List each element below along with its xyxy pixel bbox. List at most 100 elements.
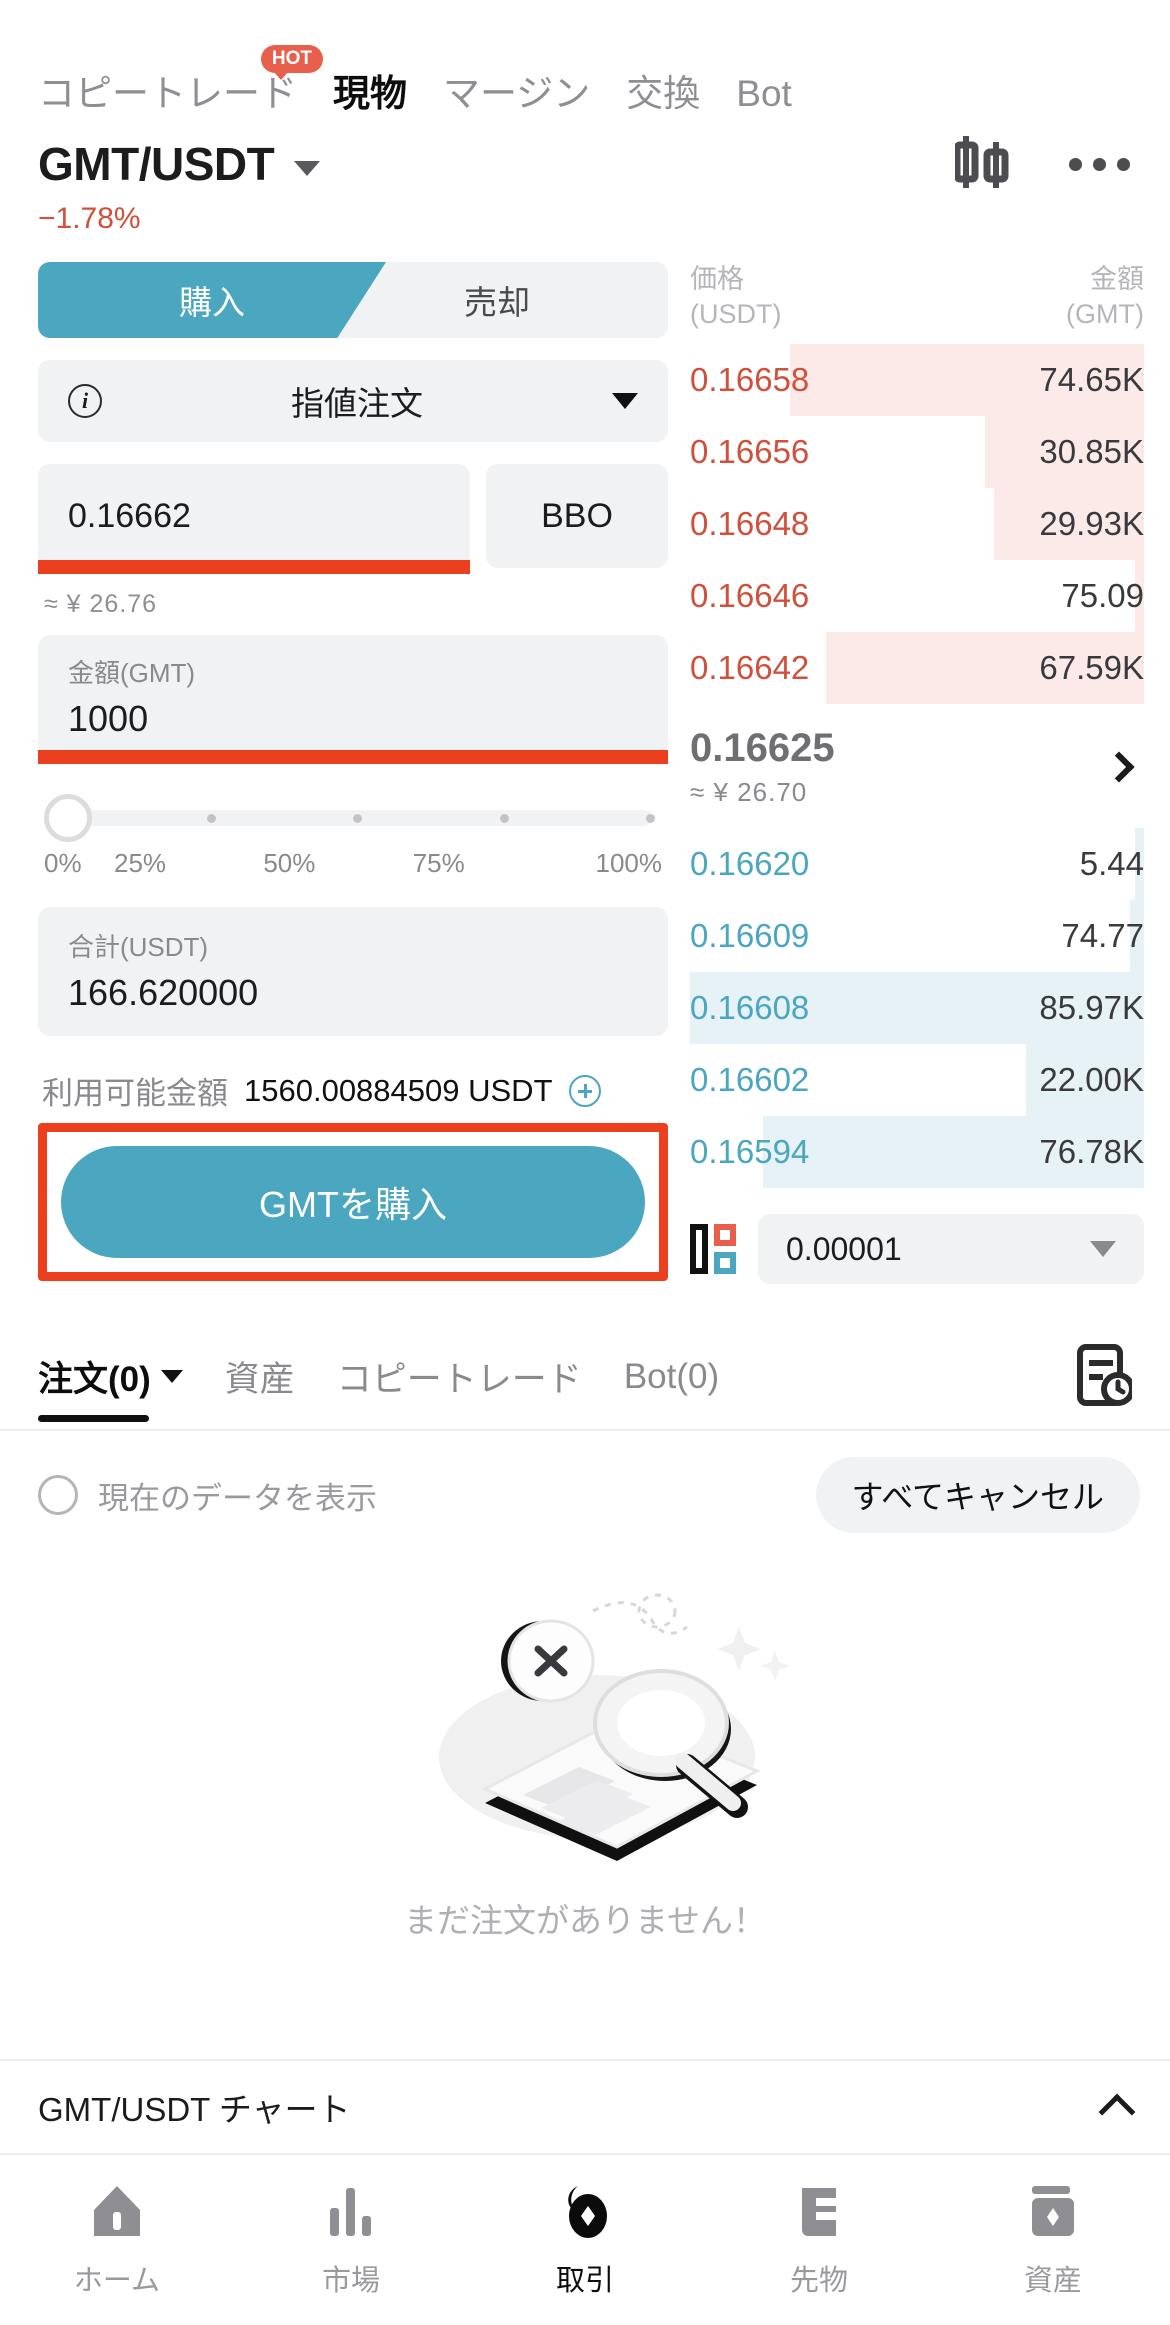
- slider-tick-dot: [206, 814, 216, 823]
- bottom-nav-item-trade[interactable]: 取引: [468, 2155, 702, 2325]
- chevron-down-icon[interactable]: [294, 160, 321, 176]
- slider-tick-dot: [646, 814, 656, 823]
- ask-price: 0.16642: [690, 649, 810, 687]
- slider-thumb[interactable]: [44, 794, 92, 842]
- order-book-bid-row[interactable]: 0.16620 5.44: [690, 828, 1144, 901]
- more-options-icon[interactable]: [1069, 157, 1130, 171]
- tab-assets[interactable]: 資産: [225, 1351, 295, 1422]
- chevron-up-icon[interactable]: [1098, 2093, 1136, 2131]
- percent-slider[interactable]: 0% 25% 50% 75% 100%: [38, 756, 668, 879]
- tab-label: 注文(0): [38, 1360, 151, 1400]
- annotation-box-buy-button: GMTを購入: [38, 1123, 668, 1281]
- total-value: 166.620000: [68, 972, 259, 1013]
- sell-tab-label: 売却: [464, 284, 530, 321]
- top-nav-item-bot[interactable]: Bot: [736, 75, 792, 112]
- top-nav-item-convert[interactable]: 交換: [626, 75, 700, 112]
- top-nav-item-spot[interactable]: 現物: [333, 75, 407, 112]
- buy-tab-label: 購入: [179, 284, 245, 321]
- order-book-bid-row[interactable]: 0.16602 22.00K: [690, 1044, 1144, 1117]
- empty-orders-illustration: [439, 1593, 790, 1862]
- market-bars-icon: [322, 2182, 380, 2245]
- top-nav-label: 現物: [333, 73, 407, 114]
- order-book-col-price-unit: (USDT): [690, 299, 782, 330]
- amount-value: 1000: [68, 698, 149, 739]
- show-current-data-radio[interactable]: [38, 1475, 78, 1516]
- bid-amount: 76.78K: [1039, 1133, 1144, 1171]
- ask-amount: 75.09: [1061, 577, 1144, 615]
- top-nav-label: Bot: [736, 73, 792, 114]
- layout-squares: [714, 1224, 736, 1275]
- ask-amount: 74.65K: [1039, 361, 1144, 399]
- chevron-down-icon[interactable]: [160, 1370, 183, 1384]
- bottom-nav-item-assets[interactable]: 資産: [936, 2155, 1170, 2325]
- show-current-data-label: 現在のデータを表示: [98, 1480, 377, 1516]
- futures-icon: [790, 2182, 848, 2245]
- order-book-bid-row[interactable]: 0.16608 85.97K: [690, 972, 1144, 1045]
- order-history-icon[interactable]: [1076, 1344, 1135, 1429]
- candlestick-chart-icon[interactable]: [953, 132, 1011, 197]
- cancel-all-button[interactable]: すべてキャンセル: [815, 1457, 1140, 1534]
- order-book-col-amount-unit: (GMT): [1066, 299, 1144, 330]
- order-book-col-amount: 金額: [1090, 264, 1144, 294]
- bbo-button[interactable]: BBO: [486, 464, 668, 568]
- order-book-ask-row[interactable]: 0.16646 75.09: [690, 560, 1144, 633]
- tick-size-value: 0.00001: [786, 1230, 902, 1267]
- available-balance: 利用可能金額 1560.00884509 USDT: [38, 1036, 668, 1113]
- total-input[interactable]: 合計(USDT) 166.620000: [38, 907, 668, 1036]
- top-nav-item-copytrade[interactable]: コピートレード HOT: [38, 45, 323, 112]
- top-nav-item-margin[interactable]: マージン: [443, 75, 590, 112]
- chevron-right-icon[interactable]: [1103, 751, 1135, 783]
- order-book-ask-row[interactable]: 0.16648 29.93K: [690, 488, 1144, 561]
- order-book-ask-row[interactable]: 0.16658 74.65K: [690, 344, 1144, 417]
- pair-header: GMT/USDT: [0, 112, 1170, 198]
- chevron-down-icon[interactable]: [1090, 1241, 1116, 1258]
- tab-copytrade[interactable]: コピートレード: [337, 1351, 582, 1422]
- bid-price: 0.16608: [690, 989, 810, 1027]
- hot-badge: HOT: [260, 45, 323, 80]
- bottom-nav-label: 市場: [321, 2264, 380, 2297]
- price-input[interactable]: 0.16662: [38, 464, 470, 574]
- home-icon: [88, 2182, 146, 2245]
- tab-orders[interactable]: 注文(0): [38, 1351, 183, 1423]
- page-title[interactable]: GMT/USDT: [38, 137, 275, 191]
- slider-tick-labels: 0% 25% 50% 75% 100%: [44, 848, 662, 879]
- bottom-nav-item-futures[interactable]: 先物: [702, 2155, 936, 2325]
- annotation-underline-amount: [38, 750, 668, 764]
- order-book-ask-row[interactable]: 0.16656 30.85K: [690, 416, 1144, 489]
- bottom-nav-item-market[interactable]: 市場: [234, 2155, 468, 2325]
- top-nav-label: マージン: [443, 73, 591, 114]
- bottom-nav-label: 取引: [555, 2264, 614, 2297]
- order-form: 売却 購入 i 指値注文 0.16662 BBO ≈ ¥ 26.76 金額(GM…: [0, 262, 690, 1284]
- mid-price-approx: ≈ ¥ 26.70: [690, 777, 808, 808]
- add-funds-icon[interactable]: [568, 1074, 601, 1107]
- tab-bot[interactable]: Bot(0): [624, 1357, 719, 1417]
- chart-bar[interactable]: GMT/USDT チャート: [0, 2059, 1170, 2153]
- order-book-layout-icon[interactable]: [690, 1224, 736, 1275]
- bid-price: 0.16620: [690, 845, 810, 883]
- bid-price: 0.16594: [690, 1133, 810, 1171]
- trading-screen: コピートレード HOT 現物 マージン 交換 Bot GMT/USDT −1.7…: [0, 0, 1170, 2325]
- ask-price: 0.16656: [690, 433, 810, 471]
- chevron-down-icon[interactable]: [612, 393, 638, 409]
- order-book-bid-row[interactable]: 0.16609 74.77: [690, 900, 1144, 973]
- price-value: 0.16662: [68, 496, 191, 535]
- layout-bar: [690, 1224, 708, 1275]
- order-book-ask-row[interactable]: 0.16642 67.59K: [690, 632, 1144, 705]
- submit-buy-button[interactable]: GMTを購入: [61, 1146, 645, 1258]
- price-row: 0.16662 BBO: [38, 464, 668, 574]
- mid-price-value: 0.16625: [690, 726, 835, 771]
- bottom-nav-label: 資産: [1023, 2264, 1082, 2297]
- bottom-nav-item-home[interactable]: ホーム: [0, 2155, 234, 2325]
- bid-amount: 22.00K: [1039, 1061, 1144, 1099]
- info-icon[interactable]: i: [68, 384, 102, 418]
- tick-size-select[interactable]: 0.00001: [758, 1214, 1144, 1285]
- bottom-nav: ホーム 市場 取引 先物 資産: [0, 2153, 1170, 2325]
- buy-tab[interactable]: 購入: [38, 262, 386, 338]
- order-book-bid-row[interactable]: 0.16594 76.78K: [690, 1116, 1144, 1189]
- slider-track[interactable]: [44, 794, 656, 842]
- order-type-select[interactable]: i 指値注文: [38, 360, 668, 442]
- mid-price-row[interactable]: 0.16625 ≈ ¥ 26.70: [690, 704, 1144, 828]
- bbo-label: BBO: [541, 496, 613, 535]
- amount-input[interactable]: 金額(GMT) 1000: [38, 635, 668, 764]
- bottom-nav-label: ホーム: [73, 2264, 161, 2297]
